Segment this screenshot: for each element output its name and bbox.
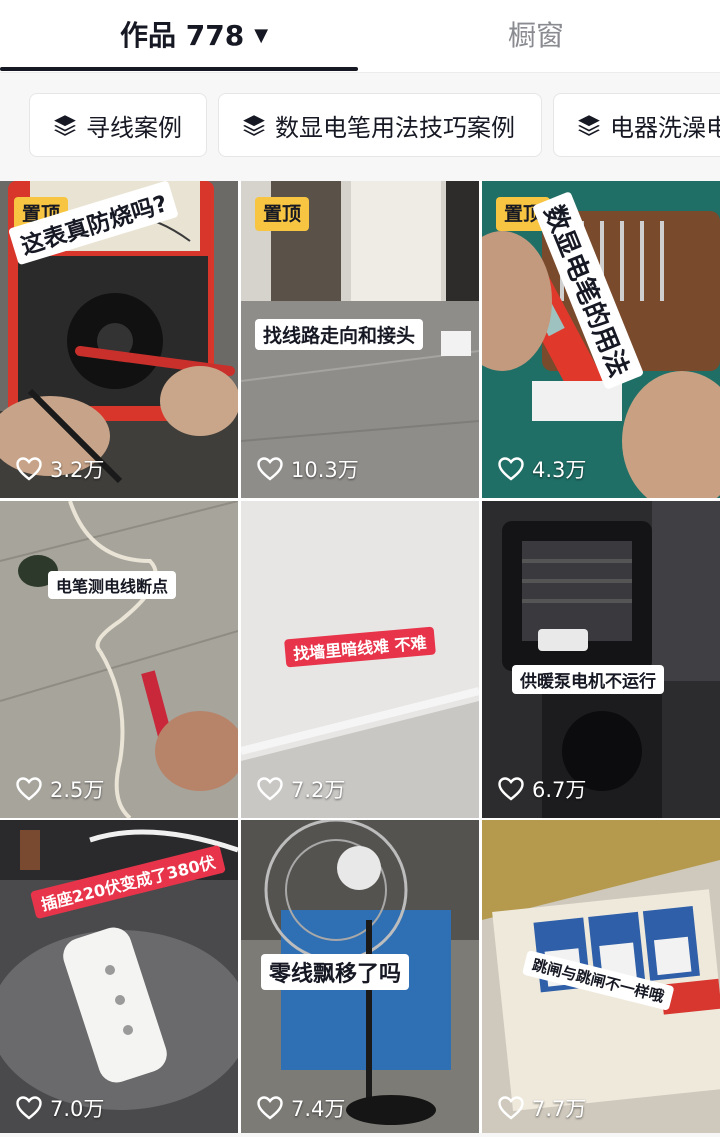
caret-down-icon[interactable]: ▼ — [254, 14, 268, 58]
layers-icon — [54, 115, 76, 136]
heart-icon — [498, 777, 524, 801]
like-count-value: 2.5万 — [50, 778, 105, 802]
video-caption: 供暖泵电机不运行 — [512, 665, 664, 694]
like-count-value: 10.3万 — [291, 458, 359, 482]
video-tile[interactable]: 找墙里暗线难 不难 7.2万 — [241, 501, 479, 818]
video-tile[interactable]: 零线飘移了吗 7.4万 — [241, 820, 479, 1137]
video-tile[interactable]: 跳闸与跳闸不一样哦 7.7万 — [482, 820, 720, 1137]
video-thumbnail — [0, 501, 238, 818]
video-tile[interactable]: 置顶 数显电笔的用法 4.3万 — [482, 181, 720, 498]
like-count: 10.3万 — [257, 454, 359, 484]
like-count: 7.4万 — [257, 1093, 345, 1123]
like-count-value: 4.3万 — [532, 458, 587, 482]
video-grid: 置顶 这表真防烧吗? 3.2万 置顶 找线路走向和接头 10.3万 置顶 数显电… — [0, 181, 720, 1133]
heart-icon — [257, 457, 283, 481]
layers-icon — [578, 115, 600, 136]
pinned-badge: 置顶 — [255, 197, 310, 231]
like-count: 7.7万 — [498, 1093, 586, 1123]
profile-tabs: 作品 778 ▼ 橱窗 — [0, 0, 720, 73]
heart-icon — [498, 1096, 524, 1120]
layers-icon — [243, 115, 265, 136]
tab-shop[interactable]: 橱窗 — [508, 14, 564, 58]
like-count: 2.5万 — [16, 774, 104, 804]
video-tile[interactable]: 供暖泵电机不运行 6.7万 — [482, 501, 720, 818]
tab-works-label: 作品 778 — [120, 19, 245, 52]
video-tile[interactable]: 置顶 找线路走向和接头 10.3万 — [241, 181, 479, 498]
heart-icon — [257, 1096, 283, 1120]
like-count: 4.3万 — [498, 454, 586, 484]
chip-label: 寻线案例 — [86, 113, 182, 142]
like-count-value: 6.7万 — [532, 778, 587, 802]
video-tile[interactable]: 电笔测电线断点 2.5万 — [0, 501, 238, 818]
video-caption: 找线路走向和接头 — [255, 319, 424, 350]
collection-chips: 寻线案例 数显电笔用法技巧案例 电器洗澡电 — [0, 73, 720, 180]
chip-label: 电器洗澡电 — [610, 113, 720, 142]
active-tab-indicator — [0, 67, 358, 71]
like-count-value: 7.4万 — [291, 1097, 346, 1121]
heart-icon — [498, 457, 524, 481]
like-count-value: 3.2万 — [50, 458, 105, 482]
chip-collection[interactable]: 数显电笔用法技巧案例 — [218, 93, 542, 157]
heart-icon — [257, 777, 283, 801]
heart-icon — [16, 457, 42, 481]
like-count: 7.2万 — [257, 774, 345, 804]
like-count-value: 7.7万 — [532, 1097, 587, 1121]
video-thumbnail — [482, 501, 720, 818]
video-caption: 电笔测电线断点 — [48, 571, 177, 599]
like-count: 3.2万 — [16, 454, 104, 484]
like-count: 7.0万 — [16, 1093, 104, 1123]
like-count-value: 7.2万 — [291, 778, 346, 802]
like-count: 6.7万 — [498, 774, 586, 804]
video-tile[interactable]: 置顶 这表真防烧吗? 3.2万 — [0, 181, 238, 498]
chip-collection[interactable]: 寻线案例 — [29, 93, 207, 157]
heart-icon — [16, 777, 42, 801]
tab-works[interactable]: 作品 778 ▼ — [120, 14, 268, 58]
video-tile[interactable]: 插座220伏变成了380伏 7.0万 — [0, 820, 238, 1137]
chip-collection[interactable]: 电器洗澡电 — [553, 93, 720, 157]
like-count-value: 7.0万 — [50, 1097, 105, 1121]
heart-icon — [16, 1096, 42, 1120]
chip-label: 数显电笔用法技巧案例 — [275, 113, 515, 142]
video-caption: 零线飘移了吗 — [261, 954, 410, 990]
